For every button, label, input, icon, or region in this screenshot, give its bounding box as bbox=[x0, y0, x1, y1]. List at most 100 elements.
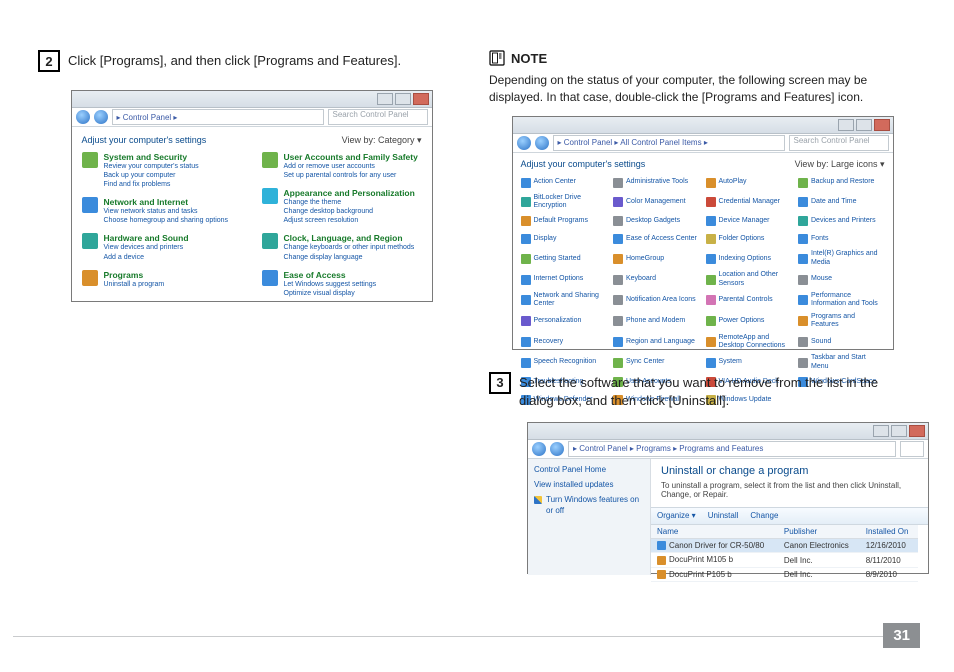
control-panel-item[interactable]: Display bbox=[521, 232, 608, 246]
control-panel-item[interactable]: Backup and Restore bbox=[798, 176, 885, 190]
forward-icon[interactable] bbox=[550, 442, 564, 456]
control-panel-item[interactable]: Default Programs bbox=[521, 214, 608, 228]
minimize-button[interactable] bbox=[838, 119, 854, 131]
cat-sub[interactable]: Change display language bbox=[284, 253, 415, 262]
view-by-dropdown[interactable]: View by: Category ▾ bbox=[342, 135, 422, 146]
cat-sub[interactable]: Uninstall a program bbox=[104, 280, 165, 289]
uninstall-button[interactable]: Uninstall bbox=[708, 511, 739, 520]
control-panel-item[interactable]: RemoteApp and Desktop Connections bbox=[706, 334, 793, 351]
breadcrumb[interactable]: ▸ Control Panel ▸ All Control Panel Item… bbox=[553, 135, 785, 151]
breadcrumb[interactable]: ▸ Control Panel ▸ Programs ▸ Programs an… bbox=[568, 441, 896, 457]
maximize-button[interactable] bbox=[856, 119, 872, 131]
control-panel-item[interactable]: Phone and Modem bbox=[613, 313, 700, 330]
close-button[interactable] bbox=[909, 425, 925, 437]
cat-sub[interactable]: Optimize visual display bbox=[284, 289, 377, 298]
control-panel-item[interactable]: Action Center bbox=[521, 176, 608, 190]
cat-sub[interactable]: Change the theme bbox=[284, 198, 415, 207]
control-panel-item[interactable]: Intel(R) Graphics and Media bbox=[798, 250, 885, 267]
control-panel-item[interactable]: Speech Recognition bbox=[521, 354, 608, 371]
control-panel-item[interactable]: HomeGroup bbox=[613, 250, 700, 267]
control-panel-item[interactable]: Sync Center bbox=[613, 354, 700, 371]
control-panel-item[interactable]: Performance Information and Tools bbox=[798, 292, 885, 309]
cat-sub[interactable]: Change desktop background bbox=[284, 207, 415, 216]
control-panel-item[interactable]: Indexing Options bbox=[706, 250, 793, 267]
cat-sub[interactable]: View network status and tasks bbox=[104, 207, 229, 216]
sidebar-windows-features[interactable]: Turn Windows features on or off bbox=[534, 495, 644, 516]
forward-icon[interactable] bbox=[94, 110, 108, 124]
table-row[interactable]: DocuPrint P105 b Dell Inc. 8/9/2010 bbox=[651, 567, 918, 581]
control-panel-item[interactable]: Taskbar and Start Menu bbox=[798, 354, 885, 371]
th-name[interactable]: Name bbox=[651, 525, 778, 539]
maximize-button[interactable] bbox=[395, 93, 411, 105]
control-panel-item[interactable]: Devices and Printers bbox=[798, 214, 885, 228]
control-panel-item[interactable]: Programs and Features bbox=[798, 313, 885, 330]
cat-network-internet[interactable]: Network and Internet View network status… bbox=[82, 197, 242, 225]
control-panel-item[interactable]: Network and Sharing Center bbox=[521, 292, 608, 309]
control-panel-item[interactable]: Credential Manager bbox=[706, 194, 793, 211]
control-panel-item[interactable]: Region and Language bbox=[613, 334, 700, 351]
change-button[interactable]: Change bbox=[750, 511, 778, 520]
cat-sub[interactable]: Review your computer's status bbox=[104, 162, 199, 171]
search-input[interactable]: Search Control Panel bbox=[328, 109, 428, 125]
control-panel-item[interactable]: Folder Options bbox=[706, 232, 793, 246]
control-panel-item[interactable]: Mouse bbox=[798, 271, 885, 288]
search-input[interactable] bbox=[900, 441, 924, 457]
control-panel-item[interactable]: BitLocker Drive Encryption bbox=[521, 194, 608, 211]
control-panel-item[interactable]: Desktop Gadgets bbox=[613, 214, 700, 228]
control-panel-item[interactable]: Recovery bbox=[521, 334, 608, 351]
sidebar-home[interactable]: Control Panel Home bbox=[534, 465, 644, 474]
cat-sub[interactable]: Add a device bbox=[104, 253, 189, 262]
close-button[interactable] bbox=[874, 119, 890, 131]
table-row[interactable]: Canon Driver for CR-50/80 Canon Electron… bbox=[651, 538, 918, 552]
table-row[interactable]: DocuPrint M105 b Dell Inc. 8/11/2010 bbox=[651, 553, 918, 567]
control-panel-item[interactable]: Internet Options bbox=[521, 271, 608, 288]
control-panel-item[interactable]: Power Options bbox=[706, 313, 793, 330]
cat-sub[interactable]: Set up parental controls for any user bbox=[284, 171, 418, 180]
control-panel-item[interactable]: Ease of Access Center bbox=[613, 232, 700, 246]
cat-sub[interactable]: Adjust screen resolution bbox=[284, 216, 415, 225]
organize-button[interactable]: Organize ▾ bbox=[657, 511, 696, 520]
breadcrumb[interactable]: ▸ Control Panel ▸ bbox=[112, 109, 324, 125]
view-by-dropdown[interactable]: View by: Large icons ▾ bbox=[795, 159, 885, 170]
cat-user-accounts[interactable]: User Accounts and Family Safety Add or r… bbox=[262, 152, 422, 180]
control-panel-item[interactable]: Fonts bbox=[798, 232, 885, 246]
control-panel-item[interactable]: AutoPlay bbox=[706, 176, 793, 190]
control-panel-item[interactable]: Personalization bbox=[521, 313, 608, 330]
cat-sub[interactable]: Let Windows suggest settings bbox=[284, 280, 377, 289]
control-panel-item[interactable]: Date and Time bbox=[798, 194, 885, 211]
control-panel-item[interactable]: Parental Controls bbox=[706, 292, 793, 309]
cat-sub[interactable]: Add or remove user accounts bbox=[284, 162, 418, 171]
control-panel-item[interactable]: Getting Started bbox=[521, 250, 608, 267]
minimize-button[interactable] bbox=[377, 93, 393, 105]
cat-ease-of-access[interactable]: Ease of Access Let Windows suggest setti… bbox=[262, 270, 422, 298]
cat-hardware-sound[interactable]: Hardware and Sound View devices and prin… bbox=[82, 233, 242, 261]
cat-clock-language[interactable]: Clock, Language, and Region Change keybo… bbox=[262, 233, 422, 261]
cat-sub[interactable]: Find and fix problems bbox=[104, 180, 199, 189]
back-icon[interactable] bbox=[76, 110, 90, 124]
control-panel-item[interactable]: System bbox=[706, 354, 793, 371]
back-icon[interactable] bbox=[517, 136, 531, 150]
cat-appearance[interactable]: Appearance and Personalization Change th… bbox=[262, 188, 422, 225]
cat-sub[interactable]: Back up your computer bbox=[104, 171, 199, 180]
maximize-button[interactable] bbox=[891, 425, 907, 437]
control-panel-item[interactable]: Device Manager bbox=[706, 214, 793, 228]
th-publisher[interactable]: Publisher bbox=[778, 525, 860, 539]
search-input[interactable]: Search Control Panel bbox=[789, 135, 889, 151]
cat-sub[interactable]: Change keyboards or other input methods bbox=[284, 243, 415, 252]
control-panel-item[interactable]: Administrative Tools bbox=[613, 176, 700, 190]
control-panel-item[interactable]: Location and Other Sensors bbox=[706, 271, 793, 288]
cat-sub[interactable]: View devices and printers bbox=[104, 243, 189, 252]
close-button[interactable] bbox=[413, 93, 429, 105]
minimize-button[interactable] bbox=[873, 425, 889, 437]
cat-programs[interactable]: Programs Uninstall a program bbox=[82, 270, 242, 289]
control-panel-item[interactable]: Sound bbox=[798, 334, 885, 351]
control-panel-item[interactable]: Color Management bbox=[613, 194, 700, 211]
sidebar-installed-updates[interactable]: View installed updates bbox=[534, 480, 644, 490]
control-panel-item[interactable]: Keyboard bbox=[613, 271, 700, 288]
cat-system-security[interactable]: System and Security Review your computer… bbox=[82, 152, 242, 189]
forward-icon[interactable] bbox=[535, 136, 549, 150]
cat-sub[interactable]: Choose homegroup and sharing options bbox=[104, 216, 229, 225]
th-installed[interactable]: Installed On bbox=[860, 525, 918, 539]
back-icon[interactable] bbox=[532, 442, 546, 456]
control-panel-item[interactable]: Notification Area Icons bbox=[613, 292, 700, 309]
